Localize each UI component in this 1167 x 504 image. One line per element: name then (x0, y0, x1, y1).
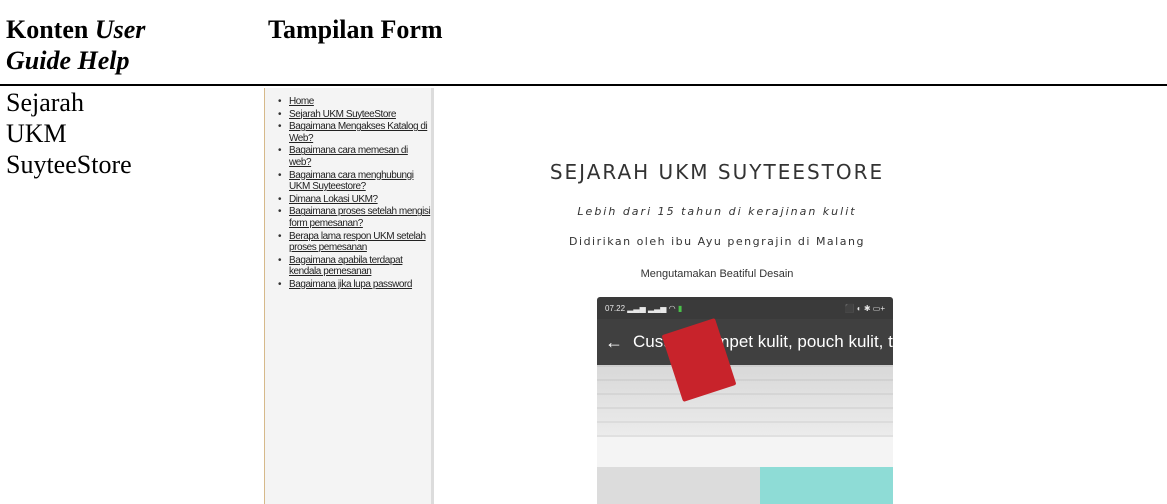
column-header-form: Tampilan Form (268, 15, 443, 44)
nav-link-lokasi[interactable]: Dimana Lokasi UKM? (289, 194, 378, 205)
signal-icon: ▂▃▅ ▂▃▅ ◠ (627, 303, 676, 313)
form-screenshot: Home Sejarah UKM SuyteeStore Bagaimana M… (234, 88, 1000, 504)
page-subtitle: Lebih dari 15 tahun di kerajinan kulit (577, 205, 857, 218)
list-item: Bagaimana apabila terdapat kendala pemes… (278, 255, 431, 278)
column-header-content: Konten User Guide Help (6, 14, 226, 76)
header-word-user: User (94, 15, 146, 44)
nav-link-respon[interactable]: Berapa lama respon UKM setelah proses pe… (289, 231, 426, 254)
header-word-konten: Konten (6, 15, 89, 44)
nav-link-menghubungi[interactable]: Bagaimana cara menghubungi UKM Suyteesto… (289, 170, 414, 193)
header-word-guide-help: Guide Help (6, 46, 130, 75)
phone-screenshot: 07.22 ▂▃▅ ▂▃▅ ◠ ▮ ⬛ ◐ ✱ ▭+ ← Custom domp… (597, 297, 893, 504)
help-nav-list: Home Sejarah UKM SuyteeStore Bagaimana M… (265, 88, 431, 291)
phone-app-bar: ← Custom dompet kulit, pouch kulit, te..… (597, 319, 893, 365)
list-item: Bagaimana proses setelah mengisi form pe… (278, 206, 431, 229)
main-content: SEJARAH UKM SUYTEESTORE Lebih dari 15 ta… (434, 88, 1000, 504)
back-arrow-icon[interactable]: ← (605, 332, 623, 353)
nav-link-cara-memesan[interactable]: Bagaimana cara memesan di web? (289, 145, 408, 168)
table-rule (0, 84, 1167, 86)
nav-link-sejarah[interactable]: Sejarah UKM SuyteeStore (289, 109, 396, 120)
phone-status-bar: 07.22 ▂▃▅ ▂▃▅ ◠ ▮ ⬛ ◐ ✱ ▭+ (597, 297, 893, 319)
battery-icon: ▮ (677, 303, 683, 313)
page-founder-line: Didirikan oleh ibu Ayu pengrajin di Mala… (569, 235, 865, 248)
page-title: SEJARAH UKM SUYTEESTORE (549, 160, 885, 184)
list-item: Sejarah UKM SuyteeStore (278, 109, 431, 121)
list-item: Berapa lama respon UKM setelah proses pe… (278, 231, 431, 254)
list-item: Dimana Lokasi UKM? (278, 194, 431, 206)
list-item: Bagaimana cara menghubungi UKM Suyteesto… (278, 170, 431, 193)
product-image (597, 318, 893, 437)
nav-link-home[interactable]: Home (289, 96, 314, 107)
list-item: Bagaimana cara memesan di web? (278, 145, 431, 168)
row-label: Sejarah UKM SuyteeStore (6, 87, 226, 180)
phone-time: 07.22 ▂▃▅ ▂▃▅ ◠ ▮ (605, 303, 683, 313)
nav-link-proses[interactable]: Bagaimana proses setelah mengisi form pe… (289, 206, 431, 229)
list-item: Bagaimana jika lupa password (278, 279, 431, 291)
page-design-line: Mengutamakan Beatiful Desain (640, 268, 794, 280)
product-image-2 (597, 467, 893, 504)
list-item: Bagaimana Mengakses Katalog di Web? (278, 121, 431, 144)
row-label-line-1: Sejarah (6, 88, 84, 117)
nav-link-kendala[interactable]: Bagaimana apabila terdapat kendala pemes… (289, 255, 403, 278)
status-icons: ⬛ ◐ ✱ ▭+ (844, 303, 885, 313)
list-item: Home (278, 96, 431, 108)
phone-gap (597, 437, 893, 467)
row-label-line-2: UKM (6, 119, 67, 148)
nav-link-akses-katalog[interactable]: Bagaimana Mengakses Katalog di Web? (289, 121, 428, 144)
row-label-line-3: SuyteeStore (6, 150, 132, 179)
nav-link-lupa-password[interactable]: Bagaimana jika lupa password (289, 279, 412, 290)
help-sidebar: Home Sejarah UKM SuyteeStore Bagaimana M… (264, 88, 434, 504)
